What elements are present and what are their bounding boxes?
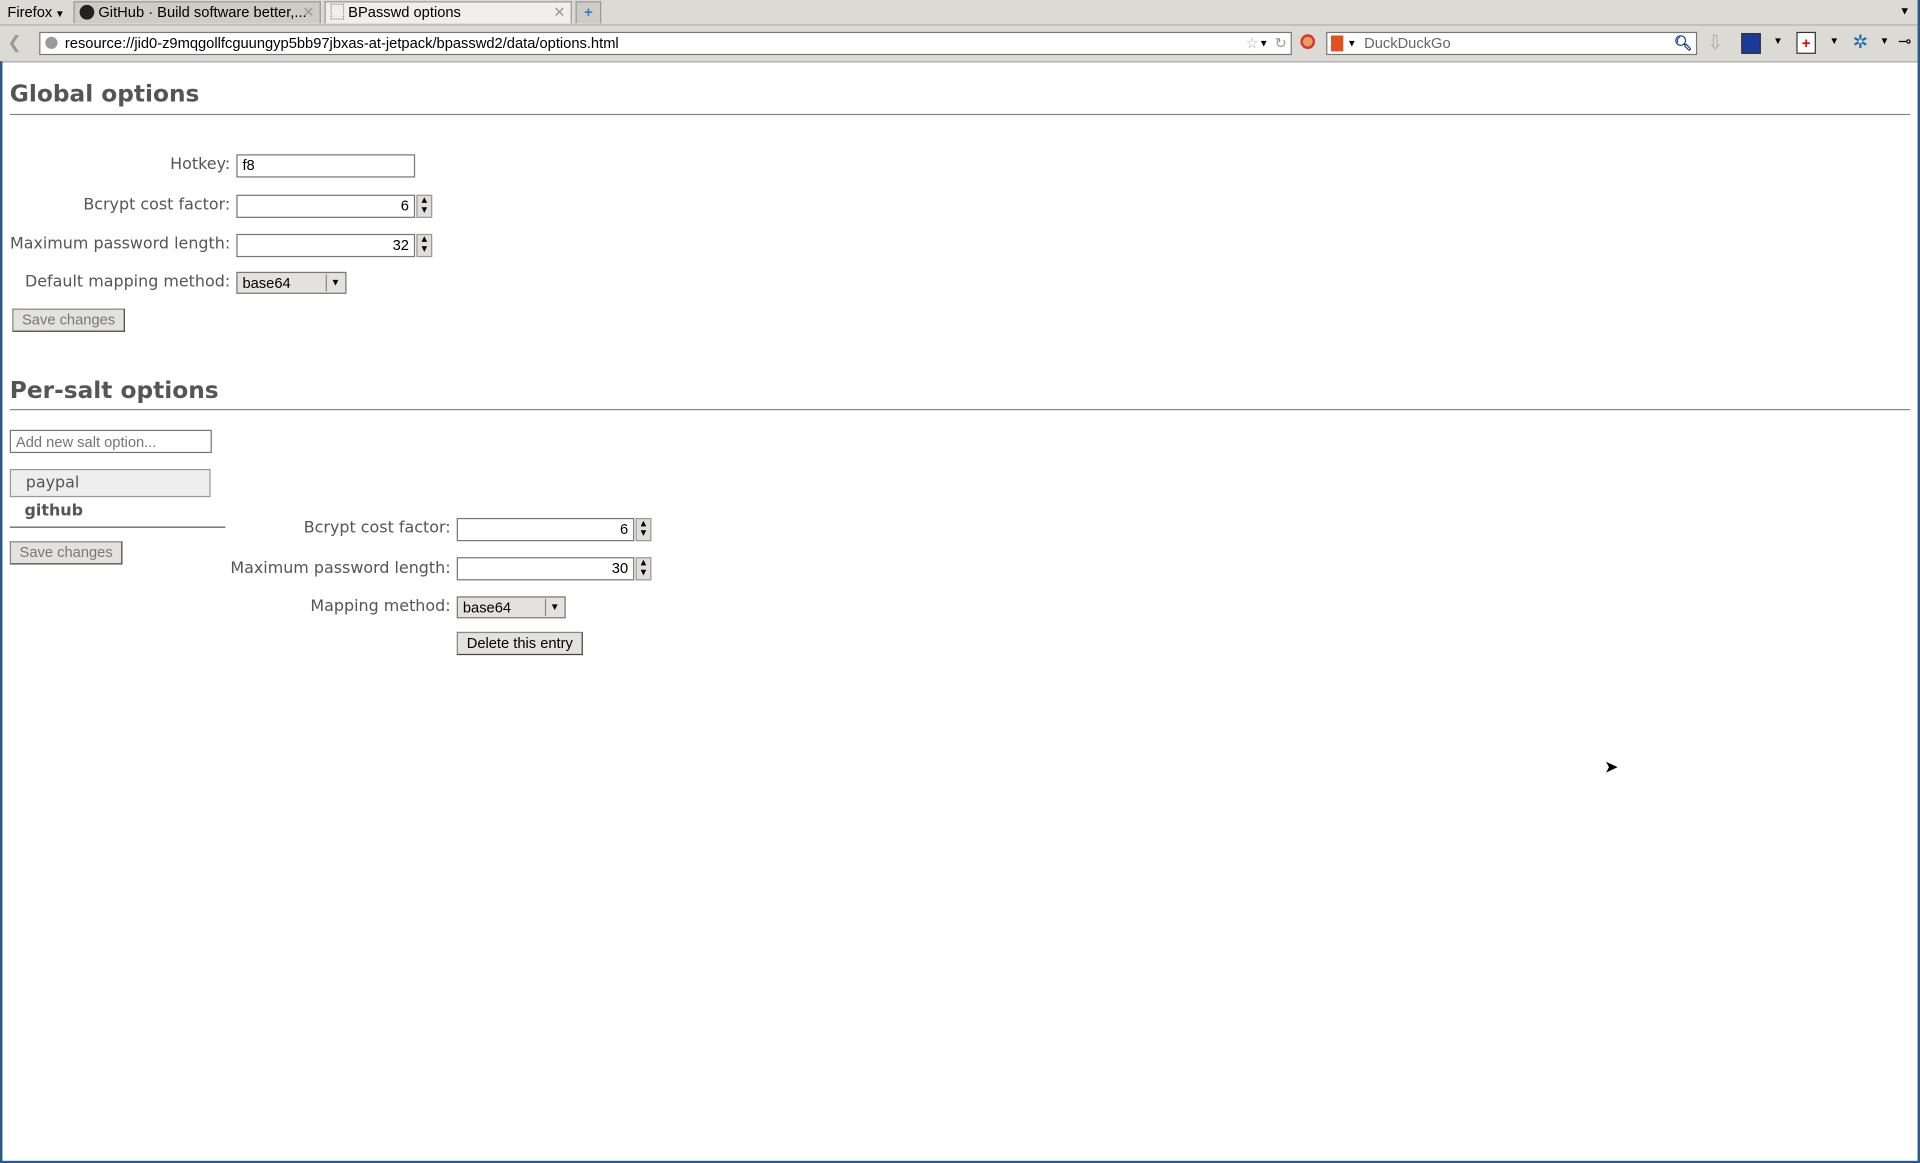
duckduckgo-icon [1331, 35, 1344, 52]
tab-github[interactable]: GitHub · Build software better,... ✕ [73, 1, 321, 24]
global-options-heading: Global options [9, 80, 200, 108]
salt-bcrypt-label: Bcrypt cost factor: [303, 519, 451, 538]
global-save-button[interactable]: Save changes [12, 308, 125, 332]
new-tab-button[interactable]: + [575, 1, 602, 24]
bcrypt-label: Bcrypt cost factor: [83, 195, 231, 215]
chevron-down-icon[interactable]: ▼ [1259, 33, 1269, 54]
add-salt-input[interactable] [9, 429, 212, 454]
divider [9, 408, 1911, 411]
close-icon[interactable]: ✕ [553, 2, 565, 23]
salt-save-button[interactable]: Save changes [9, 541, 123, 565]
chevron-down-icon[interactable]: ▼ [1347, 33, 1357, 54]
noscript-icon[interactable] [1300, 34, 1316, 49]
max-length-label: Maximum password length: [9, 235, 231, 254]
reload-icon[interactable]: ↻ [1275, 33, 1287, 54]
tab-bpasswd-options[interactable]: BPasswd options ✕ [324, 1, 572, 24]
bug-icon[interactable]: ✲ [1853, 31, 1868, 53]
max-length-stepper[interactable]: ▲ ▼ [416, 233, 433, 258]
navigation-toolbar: ❮ resource://jid0-z9mqgollfcguungyp5bb97… [0, 25, 1920, 63]
key-icon[interactable]: ⊸ [1898, 32, 1911, 52]
bcrypt-stepper[interactable]: ▲ ▼ [416, 194, 433, 218]
github-icon [79, 4, 95, 20]
search-input[interactable]: ▼ DuckDuckGo 🔍︎ [1326, 31, 1698, 56]
plus-icon: + [584, 3, 593, 21]
salt-bcrypt-stepper[interactable]: ▲ ▼ [635, 517, 652, 542]
salt-bcrypt-input[interactable]: 6 [456, 517, 635, 542]
blank-page-icon [330, 3, 345, 20]
window-frame [0, 61, 3, 1163]
back-icon[interactable]: ❮ [7, 32, 21, 53]
mapping-value: base64 [242, 274, 291, 292]
close-icon[interactable]: ✕ [302, 2, 314, 23]
download-icon[interactable]: ⇩ [1707, 31, 1723, 55]
mapping-label: Default mapping method: [24, 273, 231, 292]
globe-icon [45, 36, 58, 49]
salt-name: github [24, 502, 84, 521]
hotkey-label: Hotkey: [170, 155, 231, 174]
salt-max-length-label: Maximum password length: [230, 559, 451, 578]
chevron-down-icon[interactable]: ▼ [1880, 36, 1890, 47]
chevron-down-icon: ▼ [544, 598, 563, 616]
hotkey-input[interactable]: f8 [236, 154, 416, 178]
chevron-down-icon: ▼ [52, 8, 65, 20]
mapping-value: base64 [462, 598, 512, 616]
search-placeholder: DuckDuckGo [1364, 34, 1451, 52]
firefox-menu-label: Firefox [7, 3, 53, 21]
chevron-down-icon: ▼ [325, 274, 344, 292]
salt-item-github[interactable]: github [9, 498, 226, 528]
tab-title: BPasswd options [348, 3, 461, 21]
url-bar[interactable]: resource://jid0-z9mqgollfcguungyp5bb97jb… [39, 31, 1292, 56]
salt-mapping-label: Mapping method: [310, 597, 451, 616]
per-salt-options-heading: Per-salt options [9, 377, 219, 405]
salt-max-length-stepper[interactable]: ▲ ▼ [635, 557, 652, 581]
max-length-input[interactable]: 32 [236, 233, 416, 258]
url-text: resource://jid0-z9mqgollfcguungyp5bb97jb… [64, 34, 619, 52]
list-all-tabs-icon[interactable]: ▼ [1899, 5, 1910, 17]
firefox-menu-button[interactable]: Firefox ▼ [7, 4, 64, 21]
chevron-down-icon[interactable]: ▼ [1829, 36, 1839, 47]
chevron-down-icon[interactable]: ▼ [1773, 36, 1783, 47]
save-page-icon[interactable] [1741, 33, 1761, 54]
search-icon[interactable]: 🔍︎ [1674, 33, 1693, 54]
tab-title: GitHub · Build software better,... [98, 3, 307, 21]
salt-name: paypal [25, 473, 80, 493]
salt-max-length-input[interactable]: 30 [456, 557, 635, 581]
delete-entry-button[interactable]: Delete this entry [456, 631, 583, 656]
salt-item-paypal[interactable]: paypal [9, 468, 211, 498]
first-aid-icon[interactable]: + [1796, 31, 1816, 54]
mapping-select[interactable]: base64 ▼ [236, 271, 347, 294]
divider [9, 113, 1911, 116]
bcrypt-input[interactable]: 6 [236, 194, 416, 218]
salt-mapping-select[interactable]: base64 ▼ [456, 596, 566, 619]
mouse-cursor-icon: ➤ [1604, 757, 1619, 778]
bookmark-star-icon[interactable]: ☆ [1246, 33, 1259, 54]
tab-bar: Firefox ▼ GitHub · Build software better… [0, 0, 1920, 26]
